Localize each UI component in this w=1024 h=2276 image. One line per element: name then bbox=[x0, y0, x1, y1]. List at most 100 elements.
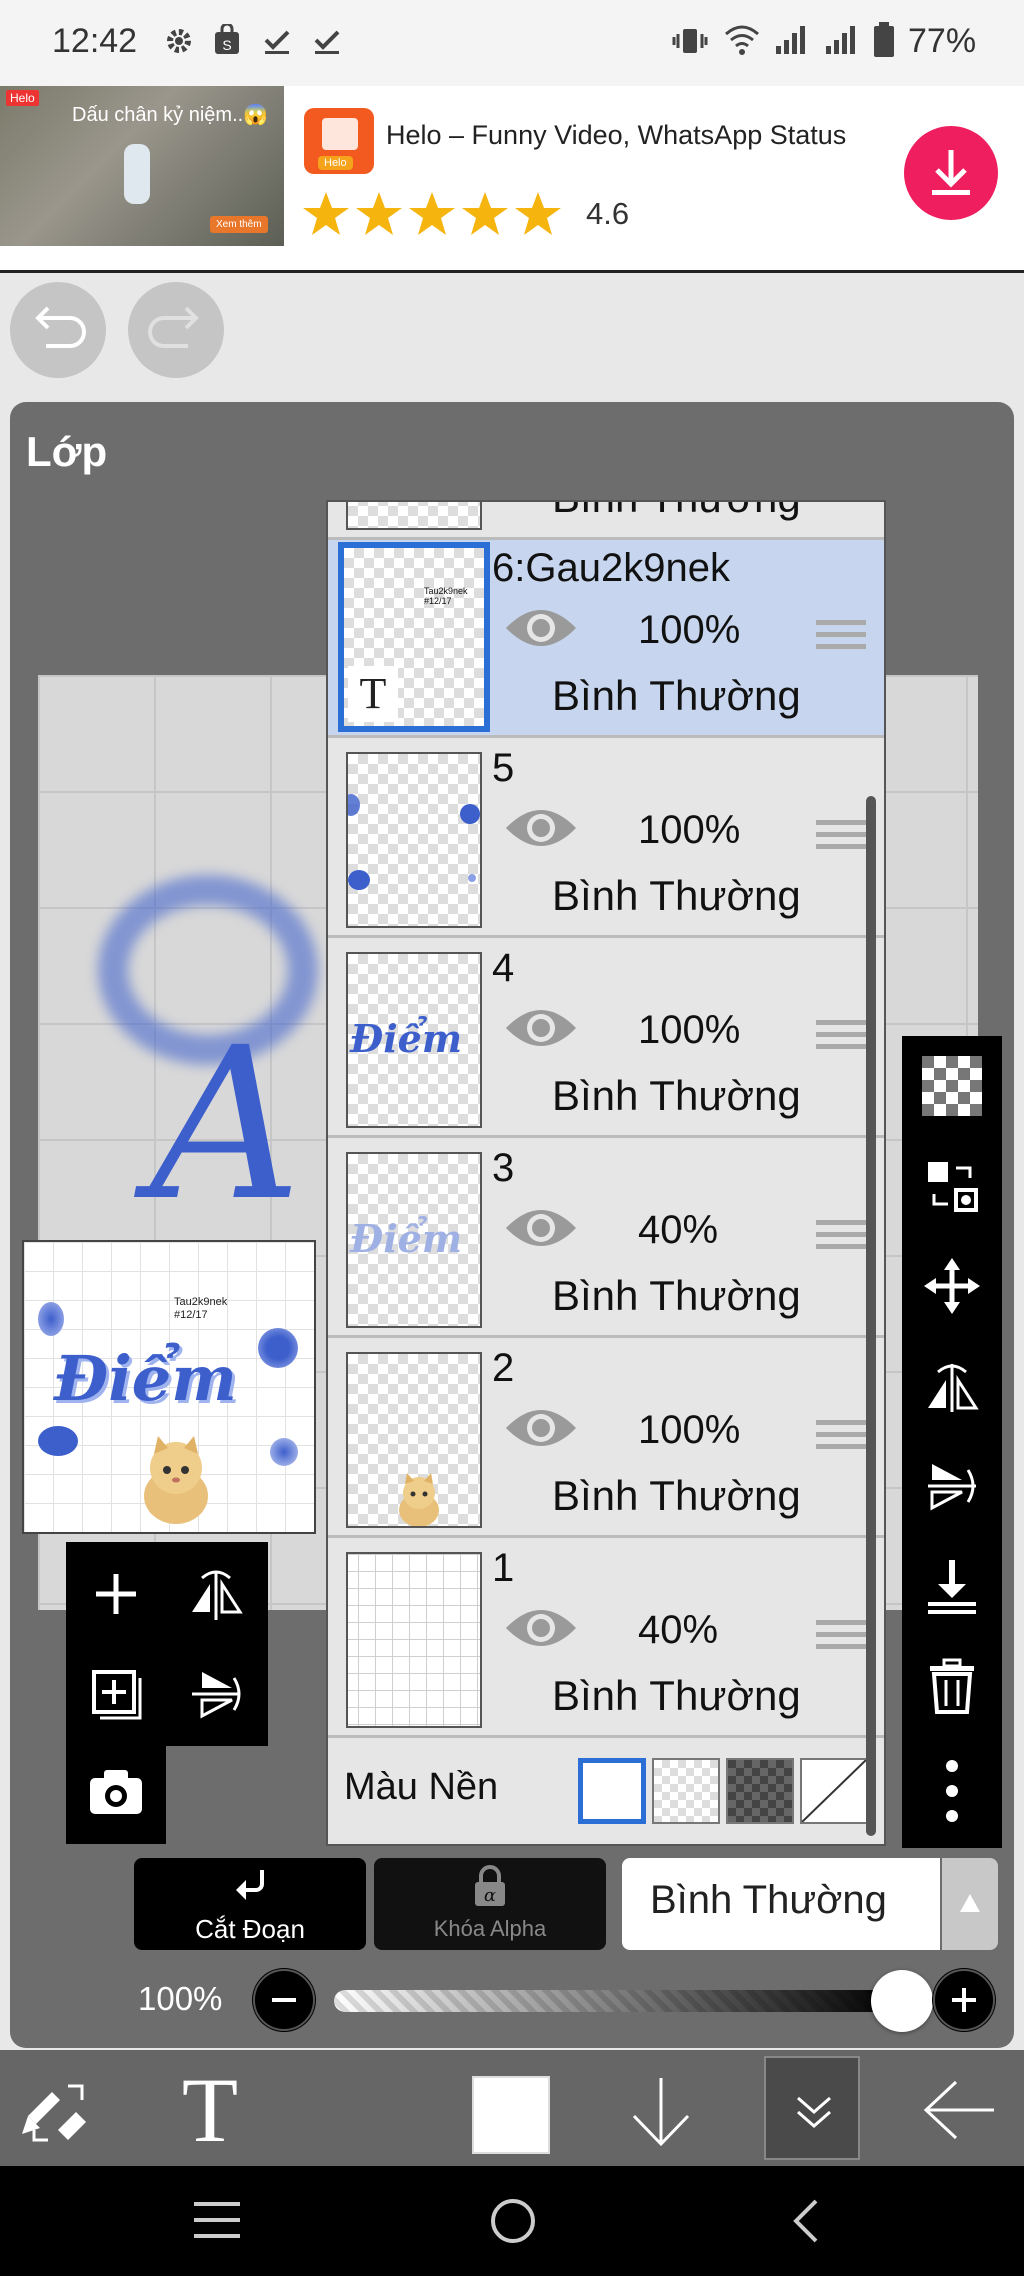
system-nav-bar bbox=[0, 2166, 1024, 2276]
clipping-label: Cắt Đoạn bbox=[195, 1914, 305, 1944]
layer-name[interactable]: 1 bbox=[492, 1546, 514, 1591]
layer-row-partial[interactable]: Bình Thường bbox=[328, 502, 884, 540]
visibility-eye-icon[interactable] bbox=[504, 806, 578, 850]
drag-handle-icon[interactable] bbox=[816, 1220, 866, 1254]
layer-row[interactable]: 2 100% Bình Thường bbox=[328, 1340, 884, 1538]
drag-handle-icon[interactable] bbox=[816, 620, 866, 654]
drag-handle-icon[interactable] bbox=[816, 1420, 866, 1454]
blend-mode-dropdown-button[interactable] bbox=[942, 1858, 998, 1950]
back-button[interactable] bbox=[922, 2078, 998, 2142]
ad-thumb-caption: Dấu chân kỷ niệm..😱 bbox=[72, 104, 269, 126]
download-done-icon-2 bbox=[312, 26, 342, 56]
layer-row[interactable]: 1 40% Bình Thường bbox=[328, 1540, 884, 1738]
text-tool-icon[interactable]: T bbox=[170, 2064, 250, 2156]
ad-banner[interactable]: Helo Dấu chân kỷ niệm..😱 Xem thêm Helo H… bbox=[0, 86, 1024, 270]
opacity-increase-button[interactable] bbox=[932, 1968, 996, 2032]
ad-rating: 4.6 bbox=[586, 196, 630, 231]
system-back-button[interactable] bbox=[786, 2196, 826, 2246]
helo-logo: Helo bbox=[304, 108, 374, 174]
transparency-button[interactable] bbox=[922, 1056, 982, 1116]
layer-row[interactable]: Tau2k9nek #12/17 T 6:Gau2k9nek 100% Bình… bbox=[328, 540, 884, 738]
layer-opacity: 40% bbox=[638, 1608, 719, 1652]
undo-button[interactable] bbox=[10, 282, 106, 378]
ad-title[interactable]: Helo – Funny Video, WhatsApp Status bbox=[386, 120, 846, 151]
visibility-eye-icon[interactable] bbox=[504, 1206, 578, 1250]
move-button[interactable] bbox=[922, 1256, 982, 1316]
layer-row[interactable]: Điểm 4 100% Bình Thường bbox=[328, 940, 884, 1138]
wifi-icon bbox=[724, 24, 760, 56]
bg-transparent-swatch[interactable] bbox=[652, 1758, 720, 1824]
transform-select-button[interactable] bbox=[922, 1156, 982, 1216]
visibility-eye-icon[interactable] bbox=[504, 606, 578, 650]
duplicate-layer-button[interactable] bbox=[86, 1664, 146, 1724]
layer-name[interactable]: 4 bbox=[492, 946, 514, 991]
color-swatch[interactable] bbox=[472, 2076, 550, 2154]
background-color-row: Màu Nền bbox=[328, 1740, 884, 1844]
drag-handle-icon[interactable] bbox=[816, 1020, 866, 1054]
pen-eraser-icon bbox=[22, 2084, 86, 2142]
helo-logo-label: Helo bbox=[318, 156, 353, 170]
drag-handle-icon[interactable] bbox=[816, 1620, 866, 1654]
layer-mode: Bình Thường bbox=[552, 502, 801, 522]
layer-mode: Bình Thường bbox=[552, 872, 801, 919]
minus-icon bbox=[253, 1969, 315, 2031]
layer-list[interactable]: Bình Thường Tau2k9nek #12/17 T 6:Gau2k9n… bbox=[326, 500, 886, 1846]
merge-down-icon bbox=[928, 1560, 976, 1614]
home-button[interactable] bbox=[488, 2196, 538, 2246]
flip-vertical-right-button[interactable] bbox=[922, 1456, 982, 1516]
layer-name[interactable]: 5 bbox=[492, 746, 514, 791]
visibility-eye-icon[interactable] bbox=[504, 1406, 578, 1450]
layer-mode: Bình Thường bbox=[552, 1472, 801, 1519]
layer-row[interactable]: Điểm 3 40% Bình Thường bbox=[328, 1140, 884, 1338]
opacity-slider-thumb[interactable] bbox=[871, 1970, 933, 2032]
layer-panel-toggle-button[interactable] bbox=[764, 2056, 860, 2160]
bg-dark-swatch[interactable] bbox=[726, 1758, 794, 1824]
bg-none-swatch[interactable] bbox=[800, 1758, 868, 1824]
battery-percent: 77% bbox=[908, 22, 977, 60]
drag-handle-icon[interactable] bbox=[816, 820, 866, 854]
canvas-preview[interactable]: Tau2k9nek #12/17 Điểm bbox=[22, 1240, 316, 1534]
ad-thumb-button[interactable]: Xem thêm bbox=[210, 216, 268, 233]
layer-name[interactable]: 2 bbox=[492, 1346, 514, 1391]
ad-download-button[interactable] bbox=[904, 126, 998, 220]
flip-horizontal-right-button[interactable] bbox=[922, 1356, 982, 1416]
delete-layer-button[interactable] bbox=[922, 1656, 982, 1716]
bg-white-swatch[interactable] bbox=[578, 1758, 646, 1824]
layer-thumbnail bbox=[346, 1552, 482, 1728]
camera-tool bbox=[66, 1742, 166, 1844]
layer-row[interactable]: 5 100% Bình Thường bbox=[328, 740, 884, 938]
merge-down-button[interactable] bbox=[922, 1556, 982, 1616]
layer-name[interactable]: 3 bbox=[492, 1146, 514, 1191]
lock-icon: α bbox=[475, 1865, 505, 1906]
more-vertical-icon bbox=[946, 1760, 958, 1822]
layer-list-scrollbar[interactable] bbox=[866, 796, 876, 1836]
opacity-decrease-button[interactable] bbox=[252, 1968, 316, 2032]
more-button[interactable] bbox=[922, 1756, 982, 1826]
layer-thumbnail: Điểm bbox=[346, 1152, 482, 1328]
blend-mode-select[interactable]: Bình Thường bbox=[622, 1858, 940, 1950]
clipping-icon bbox=[236, 1870, 264, 1900]
visibility-eye-icon[interactable] bbox=[504, 1606, 578, 1650]
checker-icon bbox=[922, 1056, 982, 1116]
tool-select-button[interactable] bbox=[18, 2076, 98, 2146]
home-circle-icon bbox=[491, 2199, 535, 2243]
add-layer-button[interactable] bbox=[86, 1564, 146, 1624]
layer-thumb-text: Điểm bbox=[350, 1216, 463, 1261]
layer-down-button[interactable] bbox=[626, 2074, 696, 2150]
panel-title: Lớp bbox=[26, 428, 108, 475]
flip-horizontal-button[interactable] bbox=[186, 1564, 246, 1624]
swap-select-icon bbox=[928, 1162, 978, 1212]
camera-button[interactable] bbox=[86, 1762, 146, 1822]
opacity-slider-track[interactable] bbox=[334, 1990, 894, 2012]
ad-video-thumbnail[interactable]: Helo Dấu chân kỷ niệm..😱 Xem thêm bbox=[0, 86, 284, 246]
flip-vertical-button[interactable] bbox=[186, 1664, 246, 1724]
duplicate-icon bbox=[92, 1670, 142, 1720]
alpha-lock-button[interactable]: α Khóa Alpha bbox=[374, 1858, 606, 1950]
clipping-button[interactable]: Cắt Đoạn bbox=[134, 1858, 366, 1950]
visibility-eye-icon[interactable] bbox=[504, 1006, 578, 1050]
recent-apps-button[interactable] bbox=[192, 2198, 242, 2242]
app-bottom-bar: T bbox=[0, 2050, 1024, 2166]
layer-name[interactable]: 6:Gau2k9nek bbox=[492, 546, 730, 591]
preview-cat bbox=[136, 1434, 216, 1526]
redo-button[interactable] bbox=[128, 282, 224, 378]
